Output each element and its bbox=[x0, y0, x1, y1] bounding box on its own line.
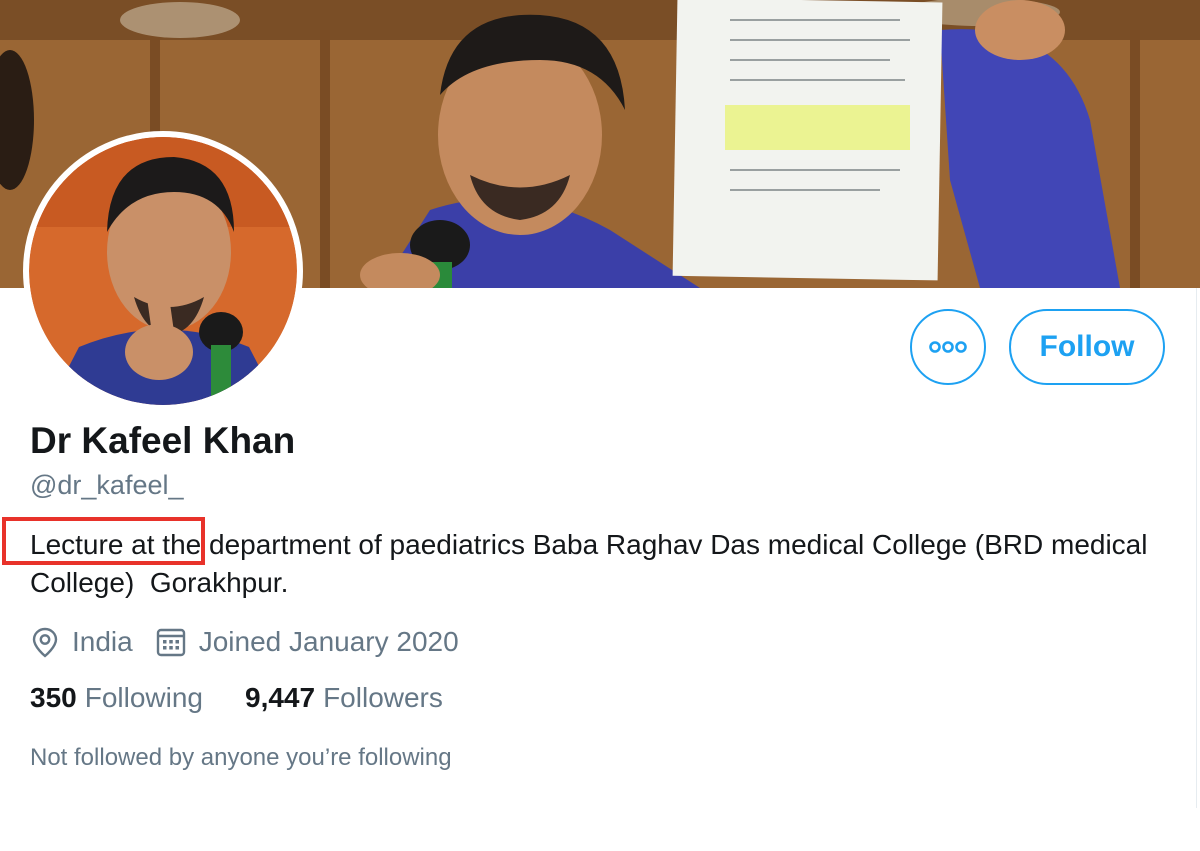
profile-meta: India Joined January 2020 bbox=[30, 622, 481, 662]
followers-count: 9,447 bbox=[245, 682, 316, 713]
profile-stats: 350 Following 9,447 Followers bbox=[30, 682, 485, 714]
joined-text: Joined January 2020 bbox=[198, 626, 459, 657]
not-followed-notice: Not followed by anyone you’re following bbox=[30, 744, 452, 771]
red-annotation-box bbox=[2, 517, 205, 565]
following-label: Following bbox=[84, 682, 203, 713]
location-text: India bbox=[72, 626, 133, 657]
follow-button[interactable]: Follow bbox=[1009, 309, 1165, 385]
followers-link[interactable]: 9,447 Followers bbox=[245, 682, 443, 714]
joined-item: Joined January 2020 bbox=[155, 626, 459, 658]
location-pin-icon bbox=[30, 626, 60, 658]
more-options-button[interactable] bbox=[910, 309, 986, 385]
profile-name: Dr Kafeel Khan bbox=[30, 420, 296, 461]
followers-label: Followers bbox=[323, 682, 443, 713]
avatar-photo bbox=[29, 137, 297, 405]
profile-handle: @dr_kafeel_ bbox=[30, 470, 184, 500]
location-item: India bbox=[30, 626, 133, 658]
following-link[interactable]: 350 Following bbox=[30, 682, 203, 714]
more-options-icon bbox=[929, 341, 967, 353]
calendar-icon bbox=[155, 626, 187, 658]
column-divider bbox=[1196, 288, 1197, 808]
following-count: 350 bbox=[30, 682, 77, 713]
profile-avatar[interactable] bbox=[23, 131, 303, 411]
